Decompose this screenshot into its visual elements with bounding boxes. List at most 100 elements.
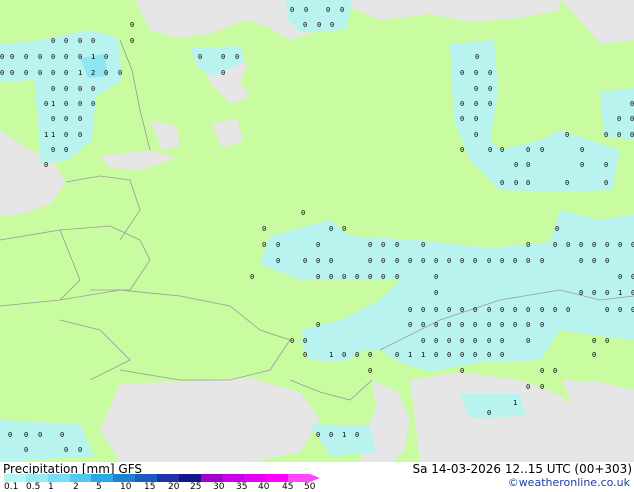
precip-value-label: 0 [526, 161, 531, 169]
precip-value-label: 0 [434, 257, 439, 265]
precip-value-label: 0 [473, 351, 478, 359]
precip-value-label: 0 [355, 431, 360, 439]
precip-value-label: 0 [51, 115, 56, 123]
precip-value-label: 0 [579, 257, 584, 265]
precip-value-label: 0 [64, 115, 69, 123]
precip-value-label: 0 [553, 306, 558, 314]
precip-value-label: 0 [580, 161, 585, 169]
precip-value-label: 0 [8, 431, 13, 439]
precip-value-label: 0 [526, 321, 531, 329]
credit-link[interactable]: ©weatheronline.co.uk [508, 476, 630, 489]
precip-area-turkey [0, 420, 94, 462]
precip-value-label: 0 [488, 100, 493, 108]
precip-value-label: 0 [24, 446, 29, 454]
precip-value-label: 0 [381, 241, 386, 249]
precip-value-label: 0 [78, 446, 83, 454]
precip-value-label: 0 [326, 6, 331, 14]
scale-tick-label: 20 [168, 482, 180, 492]
precip-value-label: 0 [540, 257, 545, 265]
precip-value-label: 0 [316, 321, 321, 329]
precip-value-label: 0 [605, 306, 610, 314]
precip-value-label: 0 [474, 100, 479, 108]
precip-value-label: 0 [64, 446, 69, 454]
precip-value-label: 0 [51, 53, 56, 61]
precip-value-label: 0 [368, 351, 373, 359]
precip-value-label: 0 [487, 337, 492, 345]
precip-value-label: 0 [235, 53, 240, 61]
precip-value-label: 0 [408, 321, 413, 329]
scale-swatch [69, 474, 92, 482]
precip-value-label: 0 [421, 337, 426, 345]
precip-value-label: 0 [500, 337, 505, 345]
precip-value-label: 0 [630, 131, 634, 139]
precip-value-label: 1 [513, 399, 518, 407]
precip-value-label: 0 [91, 85, 96, 93]
precip-value-label: 0 [316, 241, 321, 249]
precip-area-caspian-south [310, 424, 376, 456]
precip-value-label: 0 [78, 131, 83, 139]
precip-value-label: 0 [408, 306, 413, 314]
precip-value-label: 0 [605, 241, 610, 249]
precip-value-label: 0 [290, 337, 295, 345]
scale-tick-label: 30 [213, 482, 225, 492]
precip-value-label: 0 [51, 69, 56, 77]
precip-value-label: 0 [368, 367, 373, 375]
precip-value-label: 0 [421, 321, 426, 329]
precip-value-label: 0 [24, 69, 29, 77]
precip-value-label: 0 [78, 37, 83, 45]
scale-tick-label: 40 [258, 482, 270, 492]
precip-value-label: 0 [500, 351, 505, 359]
precip-value-label: 0 [555, 225, 560, 233]
scale-swatch [47, 474, 70, 482]
precip-value-label: 0 [487, 257, 492, 265]
precip-value-label: 0 [579, 241, 584, 249]
border-romania [59, 319, 131, 381]
precip-value-label: 1 [91, 53, 96, 61]
precip-value-label: 0 [592, 289, 597, 297]
scale-tick-label: 0.1 [4, 482, 19, 492]
precip-value-label: 0 [118, 69, 123, 77]
precip-value-label: 0 [473, 321, 478, 329]
precip-value-label: 0 [329, 273, 334, 281]
precip-value-label: 0 [434, 337, 439, 345]
precip-value-label: 0 [329, 431, 334, 439]
precip-value-label: 0 [38, 53, 43, 61]
precip-value-label: 0 [447, 306, 452, 314]
precip-value-label: 0 [51, 37, 56, 45]
precip-value-label: 0 [488, 146, 493, 154]
precip-value-label: 0 [460, 115, 465, 123]
precip-value-label: 0 [488, 85, 493, 93]
precip-value-label: 0 [10, 69, 15, 77]
precip-value-label: 0 [304, 6, 309, 14]
precip-value-label: 0 [500, 257, 505, 265]
precip-value-label: 0 [44, 161, 49, 169]
precip-value-label: 0 [64, 131, 69, 139]
precip-value-label: 0 [474, 85, 479, 93]
precip-value-label: 0 [474, 115, 479, 123]
precip-value-label: 0 [368, 273, 373, 281]
precip-value-label: 0 [618, 306, 623, 314]
precip-value-label: 0 [592, 351, 597, 359]
precip-value-label: 0 [553, 241, 558, 249]
precip-value-label: 0 [475, 53, 480, 61]
precip-value-label: 0 [301, 209, 306, 217]
precip-value-label: 0 [618, 241, 623, 249]
precip-value-label: 0 [395, 273, 400, 281]
precip-value-label: 0 [460, 306, 465, 314]
precip-value-label: 0 [513, 257, 518, 265]
precip-value-label: 0 [460, 337, 465, 345]
precip-value-label: 0 [630, 100, 634, 108]
precip-value-label: 0 [526, 337, 531, 345]
scale-swatch [113, 474, 136, 482]
precip-value-label: 0 [565, 179, 570, 187]
precip-value-label: 0 [605, 337, 610, 345]
precip-value-label: 0 [604, 131, 609, 139]
precip-value-label: 0 [526, 306, 531, 314]
precip-value-label: 0 [64, 146, 69, 154]
precip-value-label: 0 [605, 257, 610, 265]
precip-value-label: 0 [592, 241, 597, 249]
scale-tick-label: 25 [190, 482, 202, 492]
border-ukraine [59, 289, 291, 381]
precip-value-label: 0 [342, 225, 347, 233]
precip-value-label: 0 [408, 257, 413, 265]
